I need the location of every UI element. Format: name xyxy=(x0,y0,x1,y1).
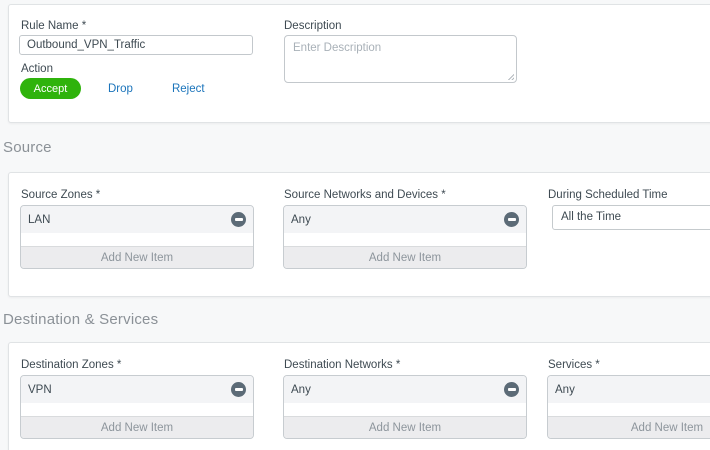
description-label: Description xyxy=(284,20,342,32)
listbox-empty-area xyxy=(21,403,253,416)
source-zones-label: Source Zones * xyxy=(21,189,100,201)
list-item-label: Any xyxy=(291,384,311,396)
list-item: LAN xyxy=(21,206,253,233)
list-item-label: VPN xyxy=(28,384,52,396)
list-item-label: Any xyxy=(291,214,311,226)
list-item-label: LAN xyxy=(28,214,50,226)
list-item-label: Any xyxy=(555,384,575,396)
remove-item-icon[interactable] xyxy=(504,212,519,227)
list-item: Any xyxy=(548,376,710,403)
destination-section-heading: Destination & Services xyxy=(3,311,158,328)
description-textarea[interactable] xyxy=(284,35,517,83)
destination-zones-label: Destination Zones * xyxy=(21,359,121,371)
source-networks-label: Source Networks and Devices * xyxy=(284,189,446,201)
services-listbox: Any Add New Item xyxy=(547,375,710,439)
listbox-empty-area xyxy=(21,233,253,246)
services-label: Services * xyxy=(548,359,600,371)
listbox-empty-area xyxy=(548,403,710,416)
listbox-empty-area xyxy=(284,233,526,246)
scheduled-time-label: During Scheduled Time xyxy=(548,189,668,201)
remove-item-icon[interactable] xyxy=(231,382,246,397)
add-new-item-button[interactable]: Add New Item xyxy=(21,246,253,268)
action-accept-button[interactable]: Accept xyxy=(20,78,81,99)
destination-networks-listbox: Any Add New Item xyxy=(283,375,527,439)
source-networks-listbox: Any Add New Item xyxy=(283,205,527,269)
rule-name-label: Rule Name * xyxy=(21,20,86,32)
list-item: Any xyxy=(284,376,526,403)
action-reject-button[interactable]: Reject xyxy=(172,83,205,95)
remove-item-icon[interactable] xyxy=(504,382,519,397)
list-item: VPN xyxy=(21,376,253,403)
listbox-empty-area xyxy=(284,403,526,416)
rule-name-input[interactable] xyxy=(19,35,253,55)
action-drop-button[interactable]: Drop xyxy=(108,83,133,95)
description-field xyxy=(284,35,517,83)
add-new-item-button[interactable]: Add New Item xyxy=(548,416,710,438)
firewall-rule-form: Rule Name * Action Accept Drop Reject De… xyxy=(0,0,710,450)
add-new-item-button[interactable]: Add New Item xyxy=(21,416,253,438)
destination-zones-listbox: VPN Add New Item xyxy=(20,375,254,439)
general-card: Rule Name * Action Accept Drop Reject De… xyxy=(8,4,710,123)
destination-card: Destination Zones * VPN Add New Item Des… xyxy=(8,342,710,450)
list-item: Any xyxy=(284,206,526,233)
source-zones-listbox: LAN Add New Item xyxy=(20,205,254,269)
destination-networks-label: Destination Networks * xyxy=(284,359,400,371)
add-new-item-button[interactable]: Add New Item xyxy=(284,416,526,438)
source-section-heading: Source xyxy=(3,139,52,156)
action-label: Action xyxy=(21,63,53,75)
add-new-item-button[interactable]: Add New Item xyxy=(284,246,526,268)
remove-item-icon[interactable] xyxy=(231,212,246,227)
source-card: Source Zones * LAN Add New Item Source N… xyxy=(8,172,710,297)
action-options: Accept Drop Reject xyxy=(20,78,205,99)
scheduled-time-select[interactable]: All the Time xyxy=(552,205,710,230)
